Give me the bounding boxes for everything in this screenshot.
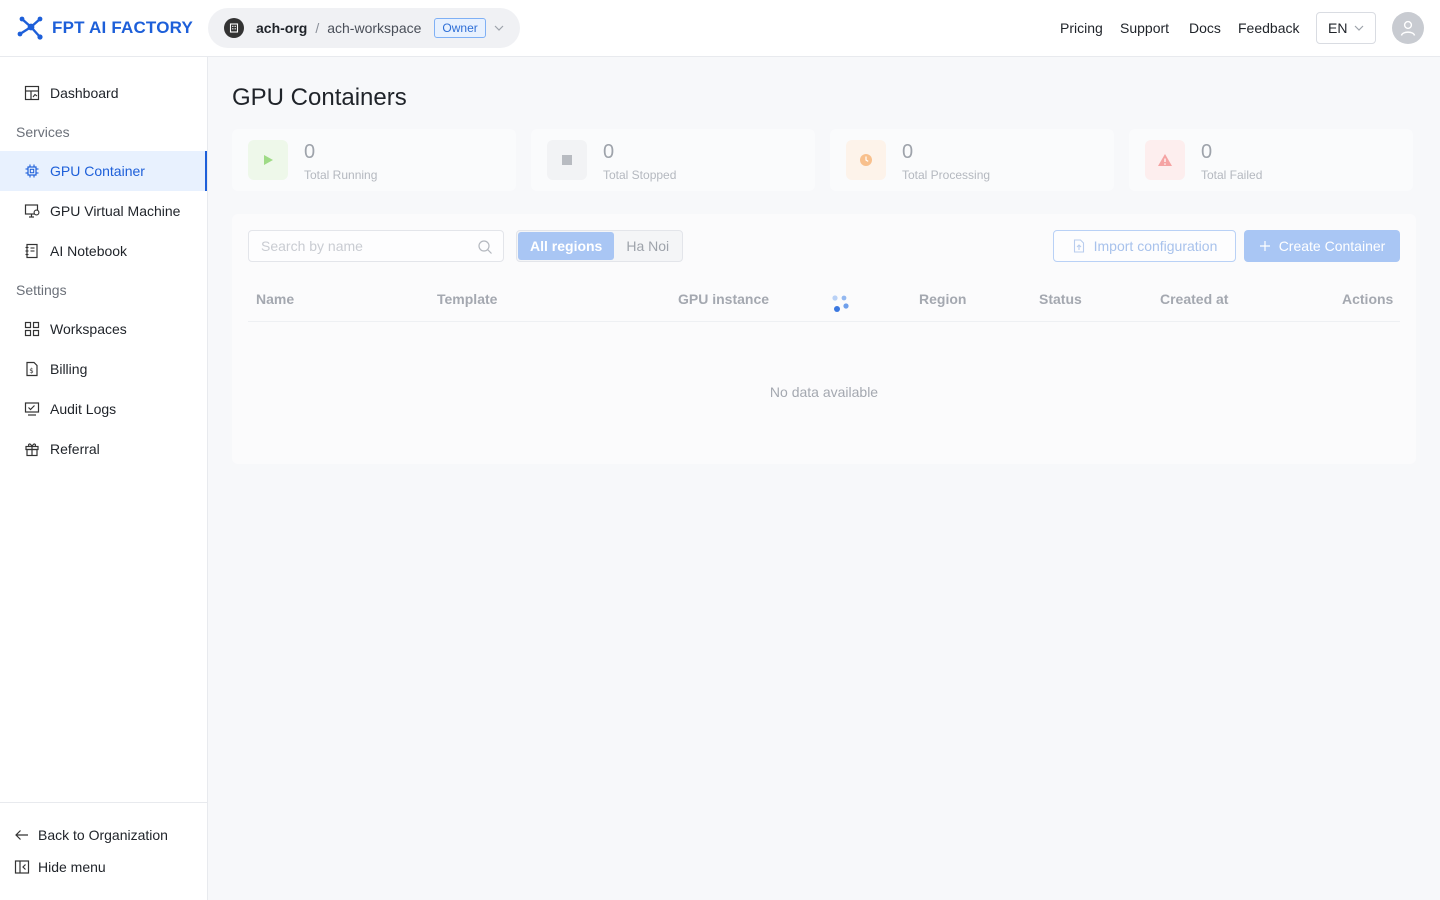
monitor-gear-icon — [24, 203, 40, 219]
building-icon — [224, 18, 244, 38]
sidebar-item-label: Dashboard — [50, 85, 119, 101]
sidebar-footer: Back to Organization Hide menu — [0, 802, 208, 900]
column-header-region[interactable]: Region — [919, 291, 966, 307]
stat-value: 0 — [603, 141, 615, 163]
stop-icon — [547, 140, 587, 180]
chevron-down-icon — [494, 25, 504, 31]
language-select[interactable]: EN — [1316, 12, 1376, 44]
sidebar: Dashboard Services GPU Container GPU Vir… — [0, 57, 208, 900]
section-settings-label: Settings — [16, 282, 67, 298]
language-value: EN — [1328, 20, 1348, 36]
logo-icon — [17, 16, 43, 40]
sidebar-item-gpu-virtual-machine[interactable]: GPU Virtual Machine — [0, 191, 207, 231]
stat-label: Total Stopped — [603, 168, 677, 182]
svg-text:$: $ — [29, 367, 33, 375]
sidebar-item-label: Billing — [50, 361, 88, 377]
warning-icon — [1145, 140, 1185, 180]
search-input[interactable] — [249, 231, 469, 261]
stat-value: 0 — [902, 141, 914, 163]
section-services-label: Services — [16, 124, 70, 140]
sidebar-item-referral[interactable]: Referral — [0, 429, 207, 469]
nav-pricing[interactable]: Pricing — [1060, 0, 1103, 56]
collapse-menu-icon — [14, 860, 30, 874]
dashboard-icon — [24, 85, 40, 101]
column-header-actions: Actions — [1342, 291, 1394, 307]
region-filter: All regions Ha Noi — [516, 230, 684, 262]
sidebar-item-audit-logs[interactable]: Audit Logs — [0, 389, 207, 429]
notebook-icon — [24, 243, 40, 259]
back-label: Back to Organization — [38, 827, 168, 843]
stat-value: 0 — [1201, 141, 1213, 163]
back-to-organization-button[interactable]: Back to Organization — [14, 827, 168, 843]
column-header-template[interactable]: Template — [437, 291, 497, 307]
stat-card-stopped: 0 Total Stopped — [531, 129, 815, 191]
workspace-switcher[interactable]: ach-org / ach-workspace Owner — [208, 8, 520, 48]
play-icon — [248, 140, 288, 180]
nav-docs[interactable]: Docs — [1189, 0, 1221, 56]
column-header-created-at[interactable]: Created at — [1160, 291, 1228, 307]
invoice-icon: $ — [24, 361, 40, 377]
sidebar-item-label: Workspaces — [50, 321, 127, 337]
stat-card-running: 0 Total Running — [232, 129, 516, 191]
top-header: FPT AI FACTORY ach-org / ach-workspace O… — [0, 0, 1440, 57]
sidebar-item-workspaces[interactable]: Workspaces — [0, 309, 207, 349]
containers-panel: All regions Ha Noi Import configuration … — [232, 214, 1416, 464]
region-option-ha-noi[interactable]: Ha Noi — [614, 232, 681, 260]
chevron-down-icon — [1355, 25, 1364, 31]
arrow-left-icon — [15, 830, 28, 840]
search-box — [248, 230, 504, 262]
file-import-icon — [1073, 239, 1084, 253]
stat-value: 0 — [304, 141, 316, 163]
gift-icon — [24, 441, 40, 457]
grid-icon — [24, 321, 40, 337]
loading-spinner-icon — [832, 295, 849, 312]
sidebar-item-label: Audit Logs — [50, 401, 117, 417]
nav-support[interactable]: Support — [1120, 0, 1169, 56]
region-option-all[interactable]: All regions — [518, 232, 615, 260]
search-icon — [478, 240, 492, 254]
stat-label: Total Processing — [902, 168, 991, 182]
column-header-name[interactable]: Name — [256, 291, 294, 307]
create-label: Create Container — [1278, 238, 1386, 254]
sidebar-item-dashboard[interactable]: Dashboard — [0, 73, 207, 113]
sidebar-item-billing[interactable]: $ Billing — [0, 349, 207, 389]
column-header-status[interactable]: Status — [1039, 291, 1082, 307]
chip-icon — [24, 163, 40, 179]
sidebar-item-gpu-container[interactable]: GPU Container — [0, 151, 207, 191]
breadcrumb-separator: / — [315, 20, 320, 36]
stat-card-processing: 0 Total Processing — [830, 129, 1114, 191]
user-icon — [1400, 20, 1416, 36]
hide-menu-button[interactable]: Hide menu — [14, 859, 106, 875]
nav-feedback[interactable]: Feedback — [1238, 0, 1299, 56]
role-badge: Owner — [434, 18, 486, 38]
workspace-name: ach-workspace — [327, 20, 422, 36]
app-logo[interactable]: FPT AI FACTORY — [16, 14, 193, 42]
stat-card-failed: 0 Total Failed — [1129, 129, 1413, 191]
sidebar-item-label: Referral — [50, 441, 100, 457]
logo-text: FPT AI FACTORY — [52, 18, 194, 37]
clock-icon — [846, 140, 886, 180]
audit-icon — [24, 401, 40, 417]
stat-label: Total Running — [304, 168, 378, 182]
sidebar-item-label: GPU Virtual Machine — [50, 203, 181, 219]
import-configuration-button[interactable]: Import configuration — [1053, 230, 1236, 262]
import-label: Import configuration — [1093, 238, 1218, 254]
page-title: GPU Containers — [232, 84, 407, 111]
sidebar-item-label: GPU Container — [50, 163, 145, 179]
avatar[interactable] — [1392, 12, 1424, 44]
empty-state: No data available — [769, 384, 879, 400]
sidebar-item-label: AI Notebook — [50, 243, 128, 259]
column-header-gpu-instance[interactable]: GPU instance — [678, 291, 769, 307]
hide-label: Hide menu — [38, 859, 106, 875]
table-header: Name Template GPU instance Region Status… — [248, 278, 1400, 322]
sidebar-item-ai-notebook[interactable]: AI Notebook — [0, 231, 207, 271]
org-name: ach-org — [256, 20, 308, 36]
create-container-button[interactable]: Create Container — [1244, 230, 1400, 262]
stat-label: Total Failed — [1201, 168, 1263, 182]
plus-icon — [1259, 241, 1270, 251]
